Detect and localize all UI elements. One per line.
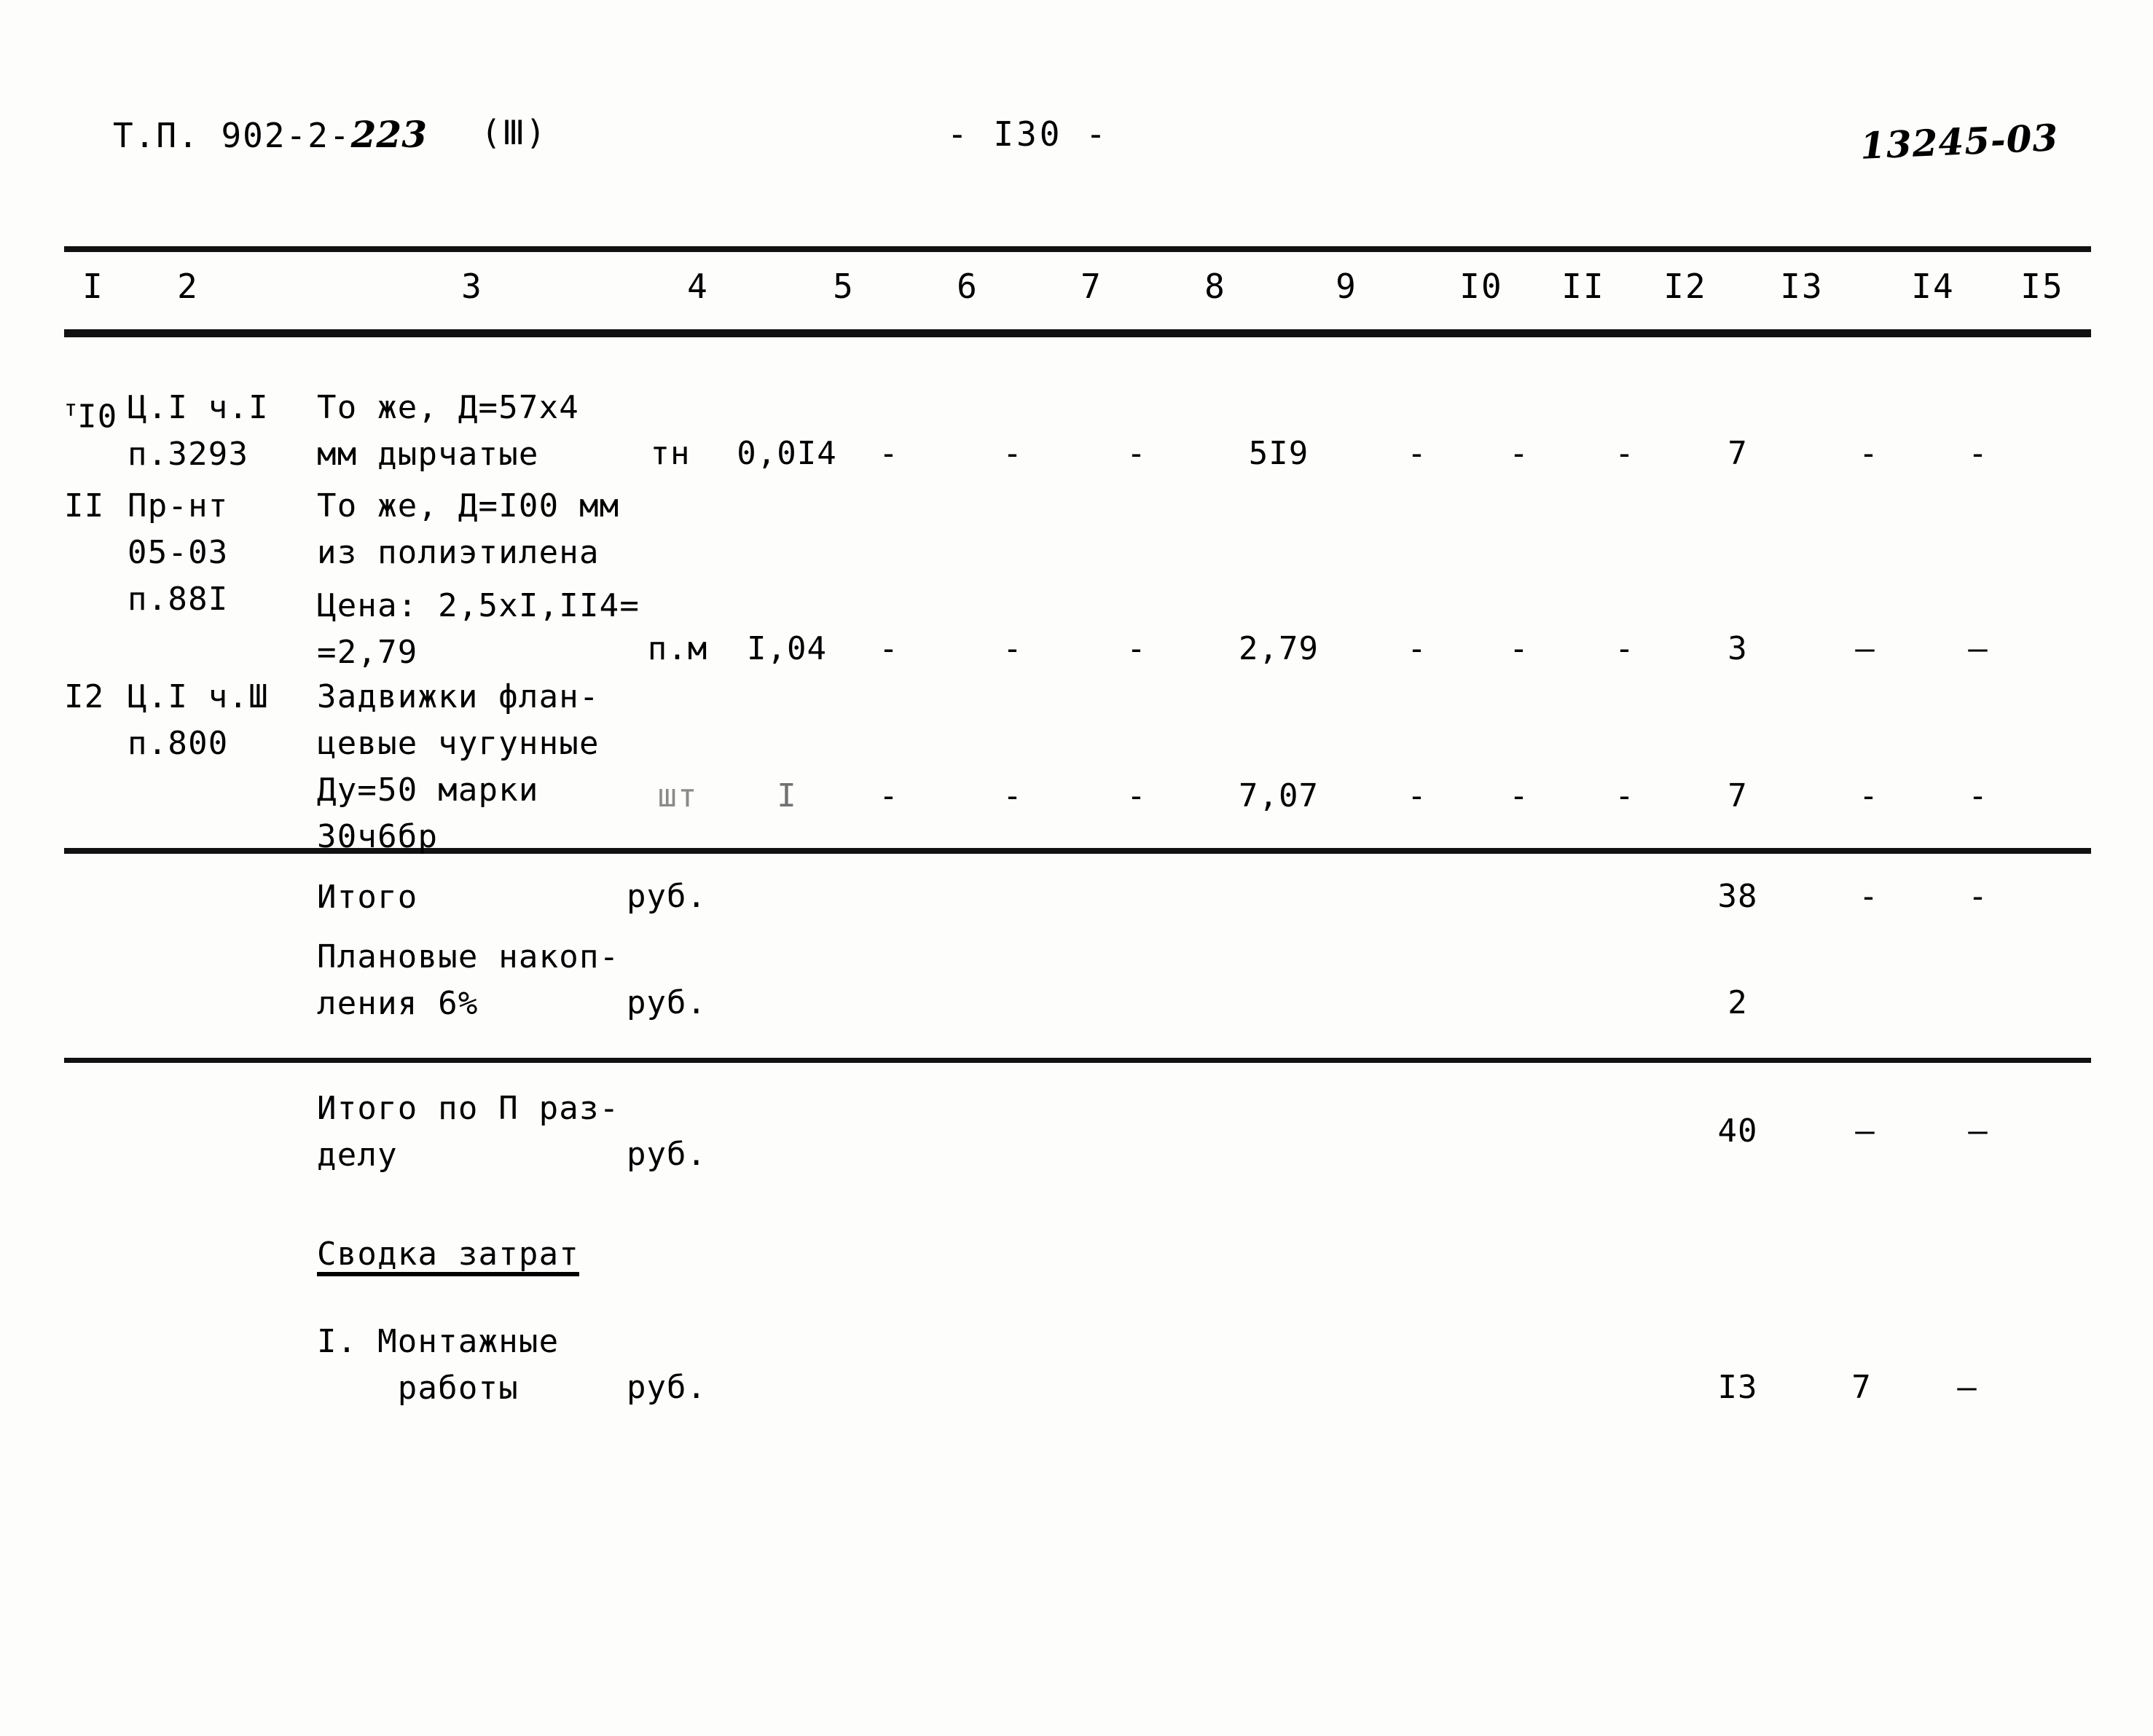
col-header-4: 4 bbox=[687, 267, 709, 306]
col-header-6: 6 bbox=[957, 267, 979, 306]
row-10-col7: - bbox=[1003, 435, 1023, 472]
page-header: Т.П. 902-2-223 (Ⅲ) - I30 - 13245-03 bbox=[0, 113, 2153, 178]
summary-section-col13: 40 bbox=[1717, 1112, 1758, 1150]
row-11-col7: - bbox=[1003, 630, 1023, 667]
col-header-13: I3 bbox=[1780, 267, 1824, 306]
costs-summary-item-col15: — bbox=[1957, 1369, 1977, 1406]
summary-section-col15: — bbox=[1968, 1112, 1988, 1150]
row-11-col6: - bbox=[879, 630, 899, 667]
col-header-9: 9 bbox=[1336, 267, 1357, 306]
summary-total-label: Итого bbox=[317, 879, 418, 916]
summary-savings-label: Плановые накоп- ления 6% bbox=[317, 938, 620, 1022]
row-11-col5: I,04 bbox=[747, 630, 827, 667]
col-header-12: I2 bbox=[1663, 267, 1707, 306]
row-10-col15: - bbox=[1968, 435, 1988, 472]
row-12-col15: - bbox=[1968, 777, 1988, 814]
row-10-col10: - bbox=[1407, 435, 1427, 472]
row-12-col7: - bbox=[1003, 777, 1023, 814]
page-number: - I30 - bbox=[947, 114, 1109, 154]
row-12-description: Задвижки флан- цевые чугунные Ду=50 марк… bbox=[317, 678, 600, 855]
summary-total-col15: - bbox=[1968, 878, 1988, 915]
costs-summary-item-unit: руб. bbox=[627, 1369, 707, 1406]
row-11-unit: п.м bbox=[647, 630, 708, 667]
summary-section-unit: руб. bbox=[627, 1136, 707, 1173]
costs-summary-item-label: I. Монтажные работы bbox=[317, 1323, 560, 1407]
row-12-unit: шт bbox=[657, 777, 698, 814]
table-top-rule bbox=[64, 246, 2091, 252]
document-code: Т.П. 902-2-223 bbox=[113, 113, 427, 156]
row-10-col13: 7 bbox=[1728, 435, 1748, 472]
col-header-11: II bbox=[1561, 267, 1605, 306]
row-12-col6: - bbox=[879, 777, 899, 814]
summary-total-col14: - bbox=[1859, 878, 1879, 915]
row-12-col13: 7 bbox=[1728, 777, 1748, 814]
row-11-number: II bbox=[64, 487, 105, 525]
row-10-col11: - bbox=[1509, 435, 1529, 472]
summary-section-col14: — bbox=[1855, 1112, 1875, 1150]
row-10-col8: - bbox=[1126, 435, 1147, 472]
row-12-col9: 7,07 bbox=[1239, 777, 1319, 814]
document-code-handwritten: 223 bbox=[350, 113, 428, 156]
row-12-col11: - bbox=[1509, 777, 1529, 814]
document-page: Т.П. 902-2-223 (Ⅲ) - I30 - 13245-03 I 2 … bbox=[0, 0, 2153, 1736]
row-11-col8: - bbox=[1126, 630, 1147, 667]
col-header-8: 8 bbox=[1204, 267, 1226, 306]
col-header-15: I5 bbox=[2020, 267, 2064, 306]
table-column-headers: I 2 3 4 5 6 7 8 9 I0 II I2 I3 I4 I5 bbox=[64, 264, 2091, 322]
row-12-col14: - bbox=[1859, 777, 1879, 814]
row-11-col12: - bbox=[1615, 630, 1635, 667]
costs-summary-title: Сводка затрат bbox=[317, 1236, 579, 1273]
row-10-number: тI0 bbox=[64, 396, 118, 436]
row-11-col11: - bbox=[1509, 630, 1529, 667]
summary-total-col13: 38 bbox=[1717, 878, 1758, 915]
document-part: (Ⅲ) bbox=[481, 113, 547, 152]
row-11-col14: — bbox=[1855, 630, 1875, 667]
col-header-3: 3 bbox=[461, 267, 483, 306]
col-header-1: I bbox=[82, 267, 104, 306]
col-header-14: I4 bbox=[1911, 267, 1955, 306]
row-11-col9: 2,79 bbox=[1239, 630, 1319, 667]
row-10-unit: тн bbox=[650, 435, 691, 472]
row-12-justification: Ц.I ч.Ш п.800 bbox=[128, 678, 269, 762]
table-header-rule bbox=[64, 329, 2091, 337]
row-10-col6: - bbox=[879, 435, 899, 472]
row-10-col14: - bbox=[1859, 435, 1879, 472]
row-11-col13: 3 bbox=[1728, 630, 1748, 667]
summary-savings-col13: 2 bbox=[1728, 984, 1748, 1021]
row-11-justification: Пр-нт 05-03 п.88I bbox=[128, 487, 229, 618]
costs-summary-item-col13: I3 bbox=[1717, 1369, 1758, 1406]
row-12-col5: I bbox=[777, 777, 797, 814]
row-11-price-note: Цена: 2,5хI,II4= =2,79 bbox=[317, 587, 640, 671]
summary-total-unit: руб. bbox=[627, 878, 707, 915]
col-header-7: 7 bbox=[1081, 267, 1102, 306]
row-12-col8: - bbox=[1126, 777, 1147, 814]
document-code-prefix: Т.П. 902-2- bbox=[113, 116, 351, 155]
row-12-number: I2 bbox=[64, 678, 105, 715]
summary-savings-unit: руб. bbox=[627, 984, 707, 1021]
summary-section-label: Итого по П раз- делу bbox=[317, 1090, 620, 1174]
table-subtotal-rule bbox=[64, 1058, 2091, 1063]
row-10-col5: 0,0I4 bbox=[737, 435, 837, 472]
col-header-2: 2 bbox=[177, 267, 199, 306]
row-12-col12: - bbox=[1615, 777, 1635, 814]
row-10-col9: 5I9 bbox=[1248, 435, 1309, 472]
costs-summary-item-col14: 7 bbox=[1851, 1369, 1872, 1406]
col-header-10: I0 bbox=[1459, 267, 1503, 306]
row-10-col12: - bbox=[1615, 435, 1635, 472]
row-11-col10: - bbox=[1407, 630, 1427, 667]
row-12-col10: - bbox=[1407, 777, 1427, 814]
row-10-description: Тo же, Д=57х4 мм дырчатые bbox=[317, 389, 579, 473]
row-10-justification: Ц.I ч.I п.3293 bbox=[128, 389, 269, 473]
archive-stamp: 13245-03 bbox=[1859, 116, 2060, 168]
row-11-col15: — bbox=[1968, 630, 1988, 667]
row-11-description: То же, Д=I00 мм из полиэтилена bbox=[317, 487, 620, 571]
col-header-5: 5 bbox=[833, 267, 855, 306]
